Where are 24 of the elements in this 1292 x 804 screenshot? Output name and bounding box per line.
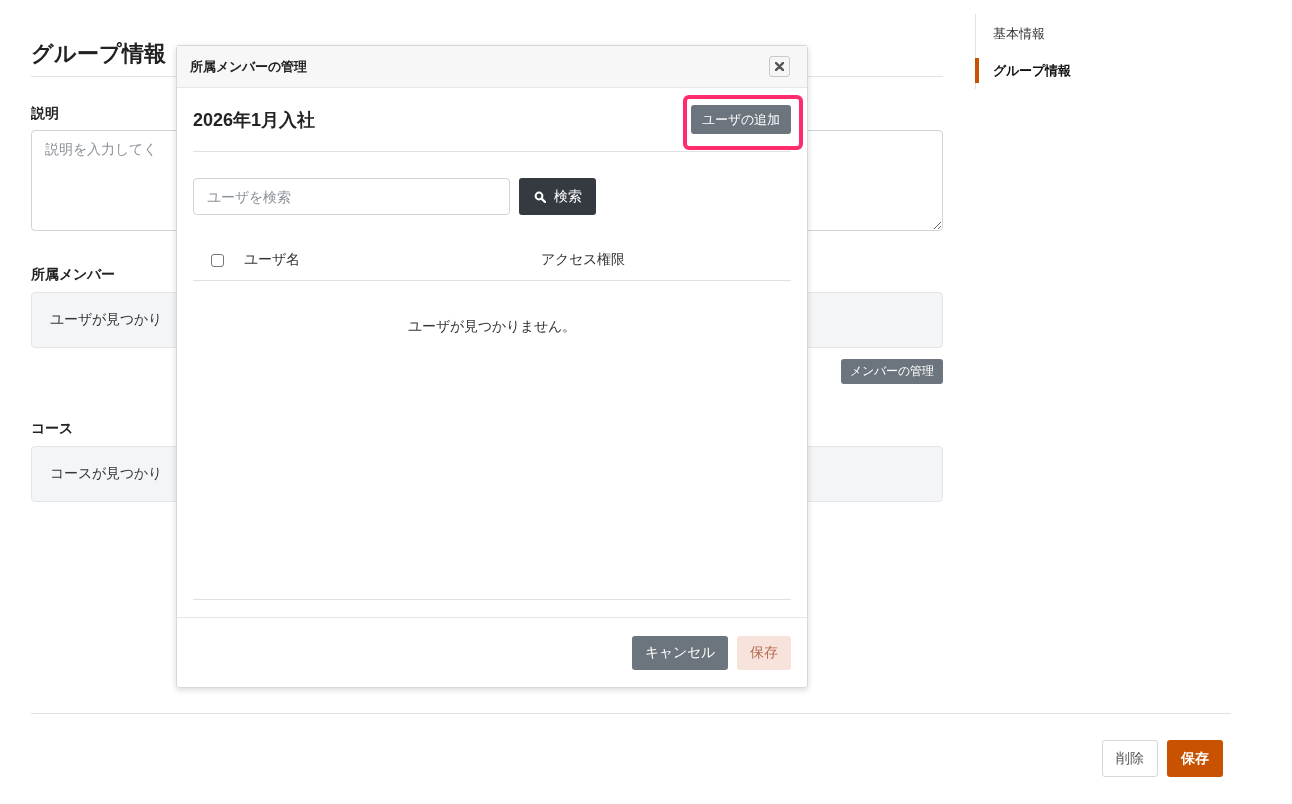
field-label: 説明	[31, 104, 59, 123]
group-name: 2026年1月入社	[193, 108, 316, 132]
empty-message: コースが見つかり	[50, 465, 162, 483]
field-label: 所属メンバー	[31, 265, 115, 284]
delete-button[interactable]: 削除	[1102, 740, 1158, 777]
empty-message: ユーザが見つかり	[50, 311, 162, 329]
close-icon	[775, 62, 784, 71]
column-header: ユーザ名	[244, 251, 300, 267]
manage-members-button[interactable]: メンバーの管理	[841, 359, 943, 384]
cancel-button[interactable]: キャンセル	[632, 636, 728, 670]
dialog-title: 所属メンバーの管理	[190, 57, 307, 76]
nav-link[interactable]: 基本情報	[975, 21, 1079, 46]
close-button[interactable]	[769, 56, 790, 77]
select-all-checkbox[interactable]	[211, 253, 224, 267]
search-icon	[533, 190, 546, 203]
column-header: アクセス権限	[541, 251, 625, 267]
search-button[interactable]: 検索	[519, 178, 596, 215]
empty-message: ユーザが見つかりません。	[408, 317, 576, 336]
field-label: コース	[31, 419, 73, 438]
add-user-button[interactable]: ユーザの追加	[691, 105, 791, 134]
save-button[interactable]: 保存	[1167, 740, 1223, 777]
nav-link[interactable]: グループ情報	[975, 58, 1079, 83]
page-title: グループ情報	[31, 40, 166, 68]
search-field[interactable]: ユーザを検索	[193, 178, 510, 215]
